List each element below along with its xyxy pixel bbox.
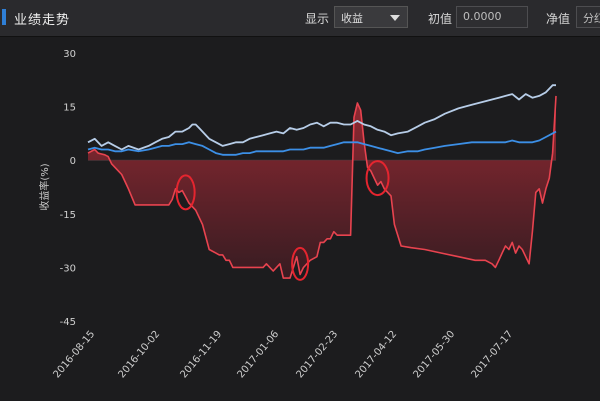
y-tick-label: 0 [70,156,76,167]
y-axis-ticks: 30 15 0 -15 -30 -45 [60,49,76,328]
y-tick-label: 15 [63,103,76,114]
x-tick-label: 2017-01-06 [236,329,282,381]
x-tick-label: 2016-10-02 [117,329,163,381]
x-axis-ticks: 2016-08-15 2016-10-02 2016-11-19 2017-01-06… [52,329,516,381]
chart-fill-layer [88,95,556,279]
y-tick-label: -45 [60,317,76,328]
x-tick-label: 2017-05-30 [412,329,458,381]
x-tick-label: 2016-08-15 [52,329,98,381]
y-axis-label: 收益率(%) [38,163,51,210]
series-line-2 [87,130,557,156]
performance-chart: 30150-15-30-45 2016-08-15 2016-10-02 2016-… [38,49,557,381]
x-tick-label: 2016-11-19 [179,329,225,381]
x-tick-label: 2017-07-17 [470,329,516,381]
x-tick-label: 2017-02-23 [295,329,341,381]
y-tick-label: 30 [63,49,76,60]
x-tick-label: 2017-04-12 [354,329,400,381]
series-area-fill [88,95,556,279]
y-tick-label: -30 [60,263,76,274]
y-tick-label: -15 [60,210,76,221]
series-line-1 [87,84,556,151]
